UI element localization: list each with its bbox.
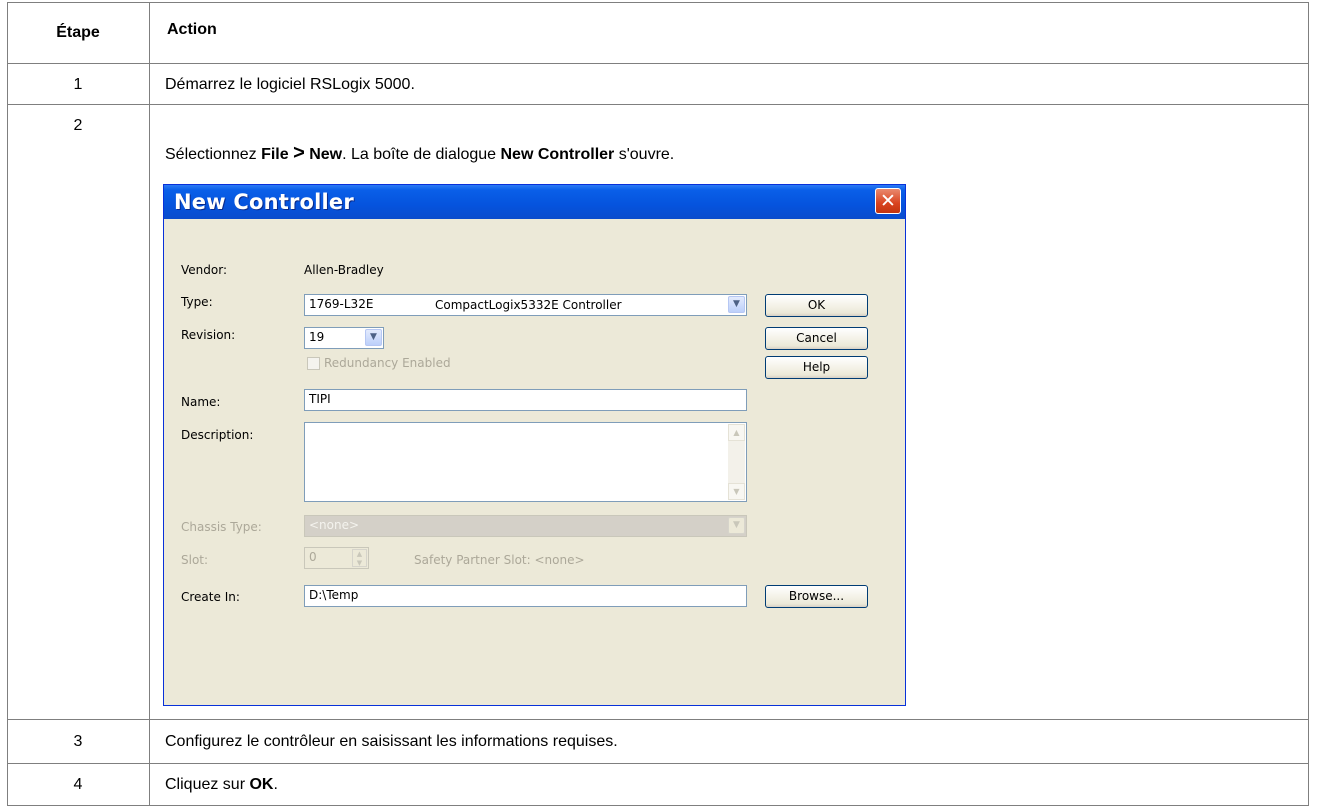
description-label: Description: [181, 428, 254, 442]
slot-stepper[interactable]: 0 ▲ ▼ [304, 547, 369, 569]
slot-label: Slot: [181, 553, 209, 567]
redundancy-checkbox[interactable] [307, 357, 320, 370]
help-button[interactable]: Help [765, 356, 868, 379]
spin-arrows-icon[interactable]: ▲ ▼ [352, 549, 367, 567]
revision-value: 19 [309, 330, 325, 344]
step-2-text: . La boîte de dialogue [342, 146, 501, 163]
dialog-name-ref: New Controller [500, 146, 615, 163]
chassis-type-label: Chassis Type: [181, 520, 262, 534]
chassis-type-value: <none> [309, 518, 360, 532]
menu-file: File [261, 146, 289, 163]
description-textarea[interactable]: ▲ ▼ [304, 422, 747, 502]
header-step: Étape [56, 24, 100, 41]
close-icon[interactable]: ✕ [875, 188, 901, 214]
slot-value: 0 [309, 550, 317, 564]
name-label: Name: [181, 395, 221, 409]
type-dropdown[interactable]: 1769-L32E CompactLogix5332E Controller ▼ [304, 294, 747, 316]
dialog-titlebar[interactable]: New Controller ✕ [164, 185, 905, 219]
scroll-down-icon[interactable]: ▼ [728, 483, 745, 500]
create-in-input[interactable]: D:\Temp [304, 585, 747, 607]
chevron-down-icon[interactable]: ▼ [728, 517, 745, 534]
create-in-label: Create In: [181, 590, 240, 604]
browse-button[interactable]: Browse... [765, 585, 868, 608]
step-number-1: 1 [73, 76, 83, 93]
step-2-text: Sélectionnez [165, 146, 262, 163]
revision-dropdown[interactable]: 19 ▼ [304, 327, 384, 349]
table-row-divider [7, 63, 1309, 64]
dialog-title: New Controller [174, 190, 354, 214]
chevron-down-icon[interactable]: ▼ [365, 329, 382, 346]
vendor-label: Vendor: [181, 263, 227, 277]
vendor-value: Allen-Bradley [304, 263, 384, 277]
table-border-right [1308, 2, 1309, 806]
step-4-text: . [273, 776, 278, 793]
table-column-divider [149, 2, 150, 806]
dialog-body: Vendor: Allen-Bradley Type: 1769-L32E Co… [167, 219, 902, 702]
step-action-1: Démarrez le logiciel RSLogix 5000. [165, 76, 415, 93]
type-code: 1769-L32E [309, 297, 374, 311]
table-border-top [7, 2, 1309, 3]
chevron-down-icon[interactable]: ▼ [728, 296, 745, 313]
ok-ref: OK [249, 776, 274, 793]
table-row-divider [7, 719, 1309, 720]
table-row-divider [7, 104, 1309, 105]
safety-partner-slot: Safety Partner Slot: <none> [414, 553, 585, 567]
new-controller-dialog: New Controller ✕ Vendor: Allen-Bradley T… [163, 184, 906, 706]
header-action: Action [167, 21, 217, 38]
step-4-text: Cliquez sur [165, 776, 250, 793]
step-number-3: 3 [73, 733, 83, 750]
cancel-button[interactable]: Cancel [765, 327, 868, 350]
step-number-2: 2 [73, 117, 83, 134]
type-label: Type: [181, 295, 213, 309]
step-2-text: s'ouvre. [614, 146, 675, 163]
type-description: CompactLogix5332E Controller [435, 298, 622, 312]
revision-label: Revision: [181, 328, 236, 342]
step-number-4: 4 [73, 776, 83, 793]
step-action-3: Configurez le contrôleur en saisissant l… [165, 733, 618, 750]
menu-arrow: > [293, 142, 305, 164]
table-row-divider [7, 763, 1309, 764]
table-border-bottom [7, 805, 1309, 806]
scroll-up-icon[interactable]: ▲ [728, 424, 745, 441]
ok-button[interactable]: OK [765, 294, 868, 317]
chassis-type-dropdown[interactable]: <none> ▼ [304, 515, 747, 537]
step-action-4: Cliquez sur OK. [165, 776, 278, 794]
name-input[interactable]: TIPI [304, 389, 747, 411]
description-scrollbar[interactable]: ▲ ▼ [728, 424, 745, 500]
step-action-2: Sélectionnez File > New. La boîte de dia… [165, 142, 674, 165]
menu-new: New [309, 146, 343, 163]
redundancy-label: Redundancy Enabled [324, 356, 451, 370]
